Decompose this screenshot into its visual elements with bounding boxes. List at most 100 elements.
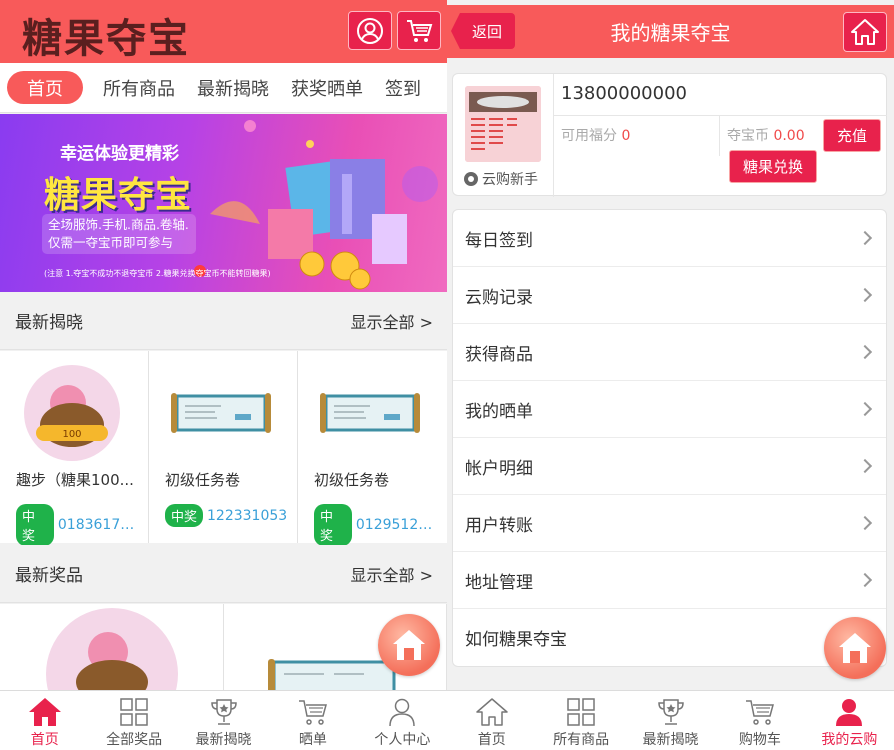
points-value: 0: [621, 128, 631, 144]
trophy-icon: [657, 699, 684, 725]
latest-reveal-title: 最新揭晓: [15, 313, 83, 333]
coin-info: 夺宝币 0.00: [727, 125, 805, 145]
home-bottom-nav: 首页 全部奖品 最新揭晓 晒单 个人中心: [0, 690, 447, 750]
nav-home[interactable]: 首页: [447, 691, 536, 750]
latest-reveal-header: 最新揭晓 显示全部 >: [0, 292, 447, 350]
menu-label: 地址管理: [465, 572, 533, 593]
latest-prizes-show-all[interactable]: 显示全部 >: [351, 562, 434, 586]
menu-account-details[interactable]: 帐户明细: [453, 438, 886, 495]
divider: [719, 116, 720, 156]
person-icon: [836, 699, 863, 726]
chevron-right-icon: [857, 230, 873, 246]
nav-label: 个人中心: [374, 732, 431, 748]
tab-checkin[interactable]: 签到: [385, 75, 421, 101]
grid-icon: [567, 698, 595, 726]
nav-label: 首页: [30, 732, 59, 748]
product-image: [167, 363, 275, 463]
winning-code[interactable]: 01836170...: [58, 517, 142, 533]
tab-latest-reveal[interactable]: 最新揭晓: [197, 75, 269, 101]
latest-item[interactable]: 初级任务卷 中奖 01295123...: [298, 351, 447, 546]
nav-latest-reveal[interactable]: 最新揭晓: [626, 691, 715, 750]
banner-title: 糖果夺宝: [44, 175, 193, 216]
product-image: [316, 363, 424, 463]
user-level-label: 云购新手: [482, 172, 538, 188]
product-name: 趣步（糖果100...: [16, 471, 134, 489]
nav-label: 最新揭晓: [195, 732, 252, 748]
candy-exchange-button[interactable]: 糖果兑换: [729, 150, 817, 183]
nav-label: 购物车: [738, 732, 781, 748]
avatar[interactable]: [465, 86, 541, 162]
points-label: 可用福分: [561, 128, 617, 144]
nav-label: 我的云购: [821, 732, 878, 748]
home-icon: [28, 698, 61, 726]
phone-number: 13800000000: [561, 83, 687, 104]
latest-item[interactable]: 100 趣步（糖果100... 中奖 01836170...: [0, 351, 149, 546]
banner-line1: 幸运体验更精彩: [60, 144, 179, 164]
chevron-right-icon: [857, 287, 873, 303]
menu-label: 每日签到: [465, 230, 533, 251]
nav-cart[interactable]: 购物车: [715, 691, 804, 750]
menu-label: 如何糖果夺宝: [465, 630, 567, 650]
nav-my-account[interactable]: 我的云购: [805, 691, 894, 750]
home-button[interactable]: [843, 12, 887, 52]
tab-all-products[interactable]: 所有商品: [103, 75, 175, 101]
home-header: 糖果夺宝: [0, 0, 447, 63]
person-icon: [389, 698, 416, 727]
menu-user-transfer[interactable]: 用户转账: [453, 495, 886, 552]
nav-label: 首页: [477, 732, 506, 748]
coin-label: 夺宝币: [727, 128, 769, 144]
home-icon: [851, 19, 879, 45]
menu-won-products[interactable]: 获得商品: [453, 324, 886, 381]
level-icon: [464, 172, 478, 186]
banner-line3b: 仅需一夺宝币即可参与: [48, 235, 174, 250]
chevron-right-icon: [857, 458, 873, 474]
home-icon: [475, 698, 508, 726]
banner-note: (注意 1.夺宝不成功不退夺宝币 2.糖果兑换夺宝币不能转回糖果): [44, 269, 271, 278]
win-badge: 中奖: [165, 504, 204, 527]
menu-my-posts[interactable]: 我的晒单: [453, 381, 886, 438]
prize-item[interactable]: [0, 604, 224, 694]
my-account-screen: 我的糖果夺宝 返回 云购新手 13800000000 可用福分 0 夺宝币 0.…: [447, 0, 894, 750]
floating-home-button[interactable]: [824, 617, 886, 679]
chevron-right-icon: [857, 515, 873, 531]
menu-address-management[interactable]: 地址管理: [453, 552, 886, 609]
menu-daily-checkin[interactable]: 每日签到: [453, 210, 886, 267]
app-logo[interactable]: 糖果夺宝: [22, 6, 190, 64]
floating-home-button[interactable]: [378, 614, 440, 676]
latest-prizes-header: 最新奖品 显示全部 >: [0, 545, 447, 603]
latest-item[interactable]: 初级任务卷 中奖 122331053: [149, 351, 298, 543]
home-icon: [839, 633, 871, 663]
profile-card: 云购新手 13800000000 可用福分 0 夺宝币 0.00 充值 糖果兑换: [452, 73, 887, 197]
points-info: 可用福分 0: [561, 125, 630, 145]
cart-icon: [745, 700, 774, 725]
menu-label: 我的晒单: [465, 401, 533, 422]
nav-latest-reveal[interactable]: 最新揭晓: [179, 691, 268, 750]
tab-home[interactable]: 首页: [7, 71, 83, 104]
winning-code[interactable]: 122331053: [207, 508, 287, 524]
nav-label: 晒单: [298, 732, 327, 748]
nav-all-prizes[interactable]: 全部奖品: [89, 691, 178, 750]
promo-banner[interactable]: 幸运体验更精彩 糖果夺宝 全场服饰.手机.商品.卷轴. 仅需一夺宝币即可参与 (…: [0, 114, 447, 292]
back-button[interactable]: 返回: [451, 13, 515, 49]
menu-label: 云购记录: [465, 287, 533, 308]
latest-reveal-show-all[interactable]: 显示全部 >: [351, 309, 434, 333]
trophy-icon: [210, 699, 237, 725]
win-badge: 中奖: [16, 504, 54, 546]
cart-button[interactable]: [397, 11, 441, 50]
grid-icon: [120, 698, 148, 726]
menu-label: 用户转账: [465, 515, 533, 536]
user-button[interactable]: [348, 11, 392, 50]
nav-profile[interactable]: 个人中心: [358, 691, 447, 750]
menu-purchase-records[interactable]: 云购记录: [453, 267, 886, 324]
nav-all-products[interactable]: 所有商品: [536, 691, 625, 750]
tab-winner-posts[interactable]: 获奖晒单: [291, 75, 363, 101]
svg-text:100: 100: [62, 429, 81, 440]
win-badge: 中奖: [314, 504, 352, 546]
nav-home[interactable]: 首页: [0, 691, 89, 750]
menu-how-to[interactable]: 如何糖果夺宝: [453, 609, 886, 666]
nav-posts[interactable]: 晒单: [268, 691, 357, 750]
latest-prizes-title: 最新奖品: [15, 566, 83, 586]
winning-code[interactable]: 01295123...: [356, 517, 440, 533]
user-level: 云购新手: [463, 169, 538, 189]
recharge-button[interactable]: 充值: [823, 119, 881, 152]
